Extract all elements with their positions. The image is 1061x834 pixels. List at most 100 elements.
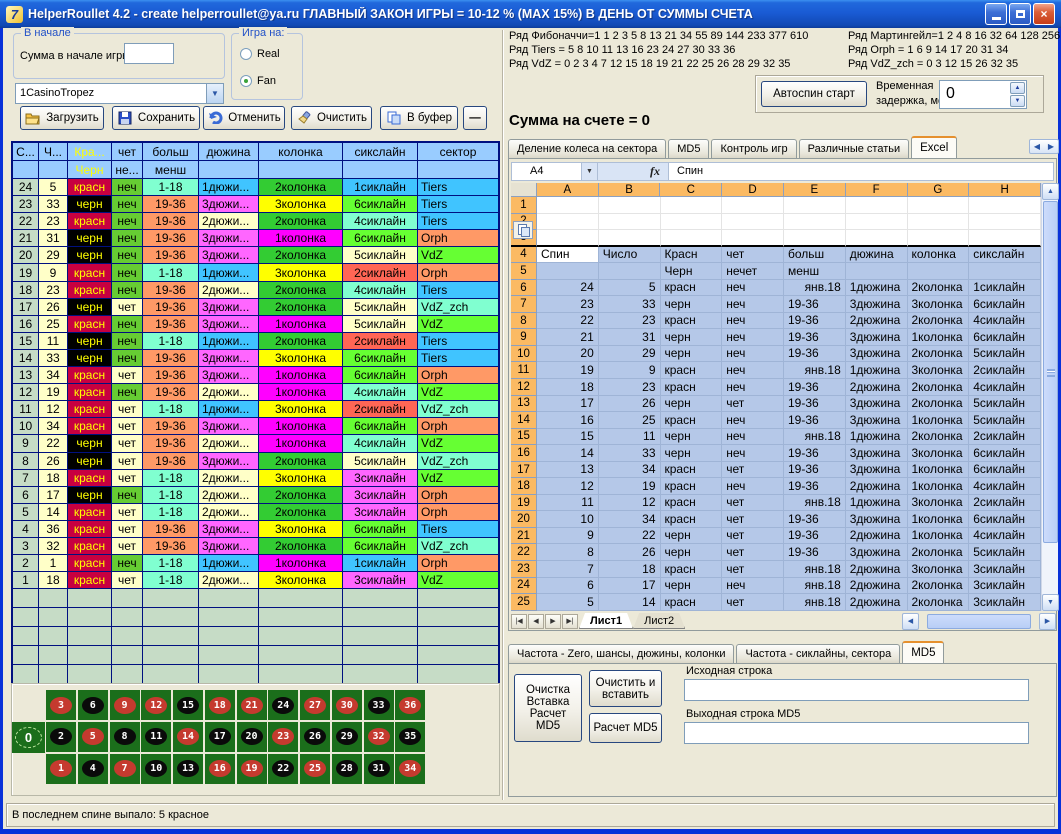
excel-cell[interactable]: 2колонка (908, 346, 970, 363)
excel-cell[interactable]: 1колонка (908, 528, 970, 545)
excel-cell[interactable]: красн (661, 511, 723, 528)
excel-cell[interactable]: янв.18 (784, 578, 846, 595)
excel-cell[interactable]: неч (722, 429, 784, 446)
roulette-cell-33[interactable]: 33 (364, 690, 394, 720)
roulette-cell-20[interactable]: 20 (237, 722, 267, 752)
excel-cell[interactable]: 24 (537, 280, 599, 297)
excel-cell[interactable]: 23 (599, 313, 661, 330)
excel-cell[interactable]: 34 (599, 462, 661, 479)
excel-cell[interactable]: 2колонка (908, 379, 970, 396)
excel-cell[interactable]: чет (722, 462, 784, 479)
excel-row-header[interactable]: 8 (511, 313, 537, 330)
roulette-zero-cell[interactable]: 0 (12, 722, 45, 753)
excel-cell[interactable]: менш (784, 263, 846, 280)
excel-row-header[interactable]: 22 (511, 544, 537, 561)
excel-cell[interactable] (846, 263, 908, 280)
excel-cell[interactable]: Число (599, 247, 661, 264)
excel-cell[interactable] (537, 263, 599, 280)
roulette-cell-3[interactable]: 3 (46, 690, 76, 720)
roulette-cell-9[interactable]: 9 (110, 690, 140, 720)
excel-cell[interactable]: 4сиклайн (969, 478, 1041, 495)
excel-cell[interactable]: красн (661, 280, 723, 297)
game-option-fan[interactable]: Fan (240, 75, 276, 87)
excel-cell[interactable]: янв.18 (784, 429, 846, 446)
excel-cell[interactable]: 17 (537, 396, 599, 413)
excel-cell[interactable] (846, 197, 908, 214)
excel-cell[interactable]: 1колонка (908, 462, 970, 479)
excel-cell[interactable] (784, 197, 846, 214)
excel-cell[interactable]: красн (661, 594, 723, 611)
excel-cell[interactable]: чет (722, 544, 784, 561)
excel-cell[interactable]: красн (661, 462, 723, 479)
tab-scroll-left-icon[interactable]: ◀ (1034, 142, 1040, 151)
excel-cell[interactable]: 12 (537, 478, 599, 495)
excel-cell[interactable]: Красн (661, 247, 723, 264)
excel-cell[interactable]: красн (661, 495, 723, 512)
excel-cell[interactable]: 1колонка (908, 412, 970, 429)
excel-cell[interactable]: 3сиклайн (969, 561, 1041, 578)
excel-cell[interactable]: 2дюжина (846, 313, 908, 330)
excel-row-header[interactable]: 5 (511, 263, 537, 280)
excel-column-header[interactable]: B (599, 183, 661, 197)
excel-cell[interactable]: 2сиклайн (969, 362, 1041, 379)
radio-icon[interactable] (240, 75, 252, 87)
sheet-nav-icon[interactable]: ▶| (562, 614, 578, 629)
excel-cell[interactable] (722, 197, 784, 214)
output-string-input[interactable] (684, 722, 1029, 744)
roulette-cell-17[interactable]: 17 (205, 722, 235, 752)
excel-cell[interactable]: 5сиклайн (969, 396, 1041, 413)
tab-различные-статьи[interactable]: Различные статьи (799, 139, 910, 159)
sheet-nav-icon[interactable]: ▶ (545, 614, 561, 629)
excel-cell[interactable]: неч (722, 362, 784, 379)
excel-column-header[interactable]: C (660, 183, 722, 197)
excel-cell[interactable]: Черн (661, 263, 723, 280)
excel-cell[interactable] (537, 197, 599, 214)
roulette-cell-12[interactable]: 12 (141, 690, 171, 720)
excel-row-header[interactable]: 24 (511, 578, 537, 595)
tab-scroll-right-icon[interactable]: ▶ (1048, 142, 1054, 151)
excel-cell[interactable]: 9 (599, 362, 661, 379)
excel-cell[interactable]: 1дюжина (846, 362, 908, 379)
excel-cell[interactable]: 2колонка (908, 544, 970, 561)
excel-cell[interactable]: 6 (537, 578, 599, 595)
excel-cell[interactable] (784, 214, 846, 231)
excel-row-header[interactable]: 4 (511, 247, 537, 264)
excel-cell[interactable]: 16 (537, 412, 599, 429)
scrollbar-thumb[interactable] (1043, 201, 1058, 543)
excel-cell[interactable]: 19-36 (784, 313, 846, 330)
excel-cell[interactable]: Спин (537, 247, 599, 264)
roulette-cell-11[interactable]: 11 (141, 722, 171, 752)
roulette-cell-30[interactable]: 30 (332, 690, 362, 720)
excel-cell[interactable]: чет (722, 561, 784, 578)
excel-cell[interactable]: 3дюжина (846, 329, 908, 346)
excel-row-header[interactable]: 23 (511, 561, 537, 578)
tab-md5[interactable]: MD5 (668, 139, 709, 159)
excel-cell[interactable]: 33 (599, 445, 661, 462)
excel-cell[interactable]: неч (722, 412, 784, 429)
excel-cell[interactable]: 3дюжина (846, 462, 908, 479)
excel-cell[interactable]: 19-36 (784, 346, 846, 363)
excel-cell[interactable]: 5 (599, 280, 661, 297)
excel-cell[interactable]: черн (661, 528, 723, 545)
excel-column-header[interactable]: D (722, 183, 784, 197)
roulette-cell-6[interactable]: 6 (78, 690, 108, 720)
excel-cell[interactable]: колонка (908, 247, 970, 264)
excel-cell[interactable]: черн (661, 329, 723, 346)
excel-cell[interactable]: 1дюжина (846, 495, 908, 512)
excel-cell[interactable] (969, 230, 1041, 247)
excel-cell[interactable]: неч (722, 329, 784, 346)
excel-cell[interactable]: 1колонка (908, 511, 970, 528)
excel-cell[interactable]: 17 (599, 578, 661, 595)
excel-cell[interactable]: 1дюжина (846, 280, 908, 297)
excel-cell[interactable]: 4сиклайн (969, 379, 1041, 396)
roulette-cell-18[interactable]: 18 (205, 690, 235, 720)
excel-cell[interactable] (969, 214, 1041, 231)
source-string-input[interactable] (684, 679, 1029, 701)
excel-cell[interactable]: янв.18 (784, 561, 846, 578)
excel-cell[interactable]: 12 (599, 495, 661, 512)
excel-cell[interactable] (846, 230, 908, 247)
excel-cell[interactable] (908, 197, 970, 214)
toolbar-button-clear[interactable]: Очистить (291, 106, 372, 130)
excel-cell[interactable]: 19-36 (784, 462, 846, 479)
toolbar-button-save[interactable]: Сохранить (112, 106, 200, 130)
